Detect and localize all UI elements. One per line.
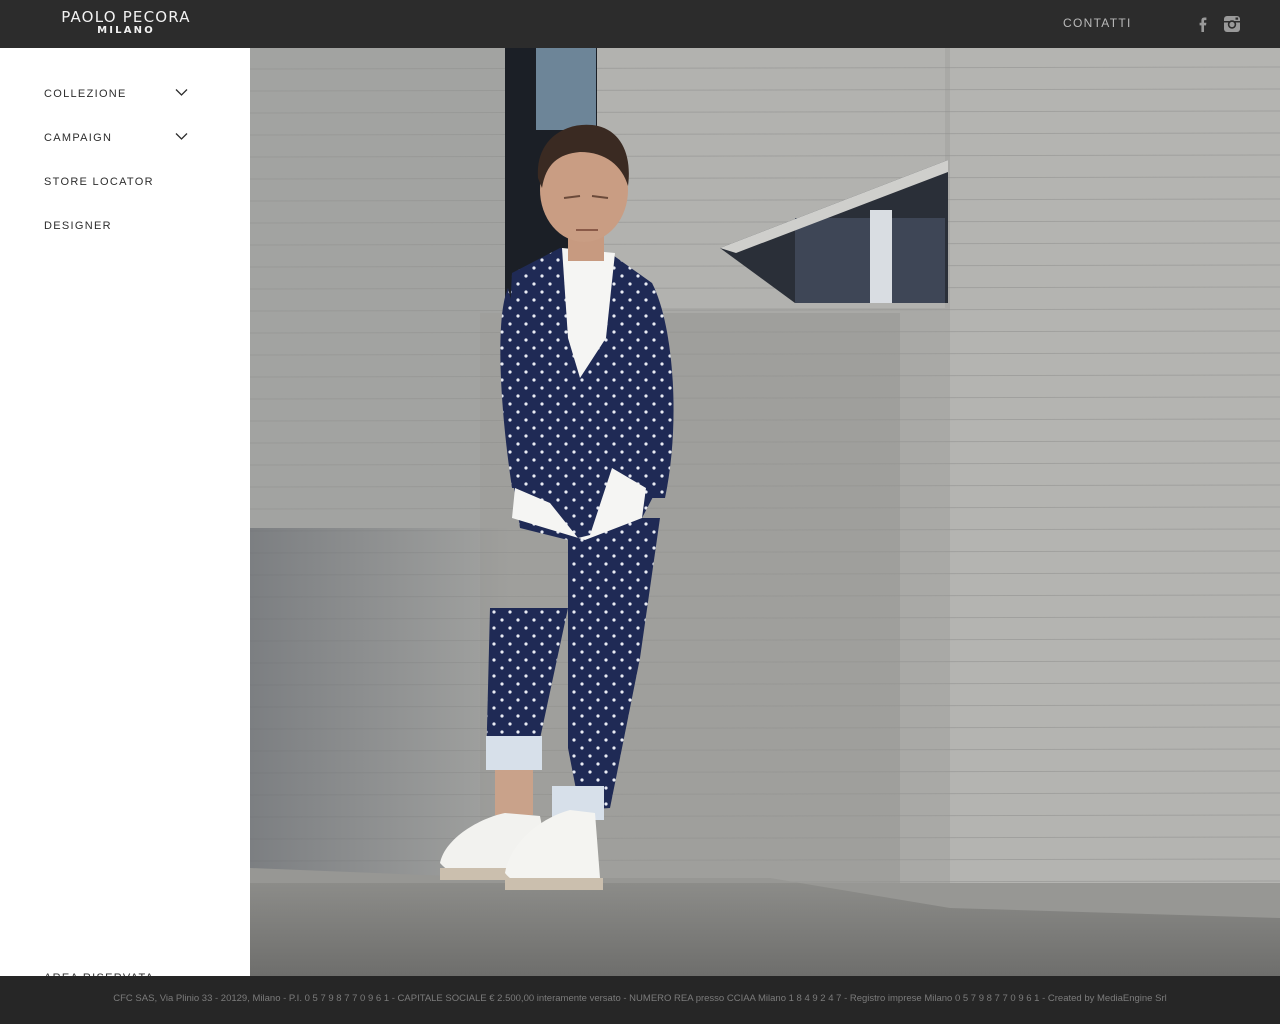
hero-campaign-image (250, 48, 1280, 976)
nav-item-campaign[interactable]: CAMPAIGN (44, 128, 194, 148)
nav-item-label: STORE LOCATOR (44, 176, 154, 188)
nav-item-store-locator[interactable]: STORE LOCATOR (44, 172, 194, 192)
campaign-photo (250, 48, 1280, 976)
sidebar-nav: COLLEZIONE CAMPAIGN STORE LOCATOR DESIGN… (0, 48, 250, 984)
facebook-icon[interactable] (1193, 14, 1213, 34)
instagram-icon[interactable] (1222, 14, 1242, 34)
brand-city: MILANO (97, 25, 155, 36)
brand-logo[interactable]: PAOLO PECORA MILANO (44, 8, 208, 37)
top-header: PAOLO PECORA MILANO CONTATTI (0, 0, 1280, 48)
nav-item-designer[interactable]: DESIGNER (44, 216, 194, 236)
nav-item-label: CAMPAIGN (44, 132, 113, 144)
contact-link[interactable]: CONTATTI (1063, 16, 1132, 30)
footer-legal-text: CFC SAS, Via Plinio 33 - 20129, Milano -… (113, 993, 1167, 1004)
nav-item-label: COLLEZIONE (44, 88, 127, 100)
brand-name: PAOLO PECORA (61, 8, 191, 26)
nav-item-collezione[interactable]: COLLEZIONE (44, 84, 194, 104)
chevron-down-icon (175, 89, 188, 96)
chevron-down-icon (175, 133, 188, 140)
nav-item-label: DESIGNER (44, 220, 112, 232)
site-footer: CFC SAS, Via Plinio 33 - 20129, Milano -… (0, 976, 1280, 1024)
